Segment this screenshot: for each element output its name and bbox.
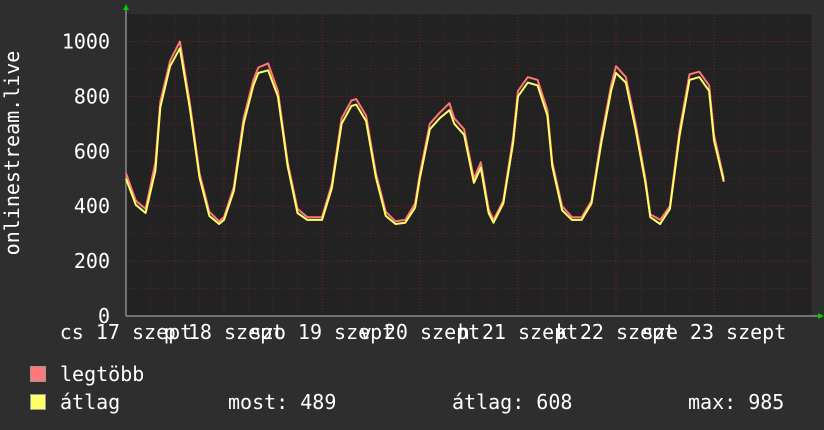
- y-tick-label: 400: [74, 194, 110, 218]
- legend-swatch-max: [30, 366, 46, 382]
- x-tick-label: sze 23 szept: [642, 320, 787, 344]
- y-tick-label: 600: [74, 139, 110, 163]
- stat-maximum: max: 985: [688, 390, 785, 414]
- chart-panel: 0 200 400 600 800 1000 cs 17 szept p 18 szept sz…: [0, 0, 824, 430]
- stat-current: most: 489: [228, 390, 337, 414]
- y-axis-title: onlinestream.live: [0, 51, 24, 256]
- legend-label-max: legtöbb: [60, 362, 145, 386]
- legend-label-avg: átlag: [60, 390, 121, 414]
- y-axis-arrow: [123, 4, 129, 10]
- y-tick-label: 1000: [62, 29, 110, 53]
- stat-average: átlag: 608: [452, 390, 573, 414]
- x-axis-arrow: [818, 313, 824, 319]
- y-tick-label: 200: [74, 249, 110, 273]
- legend-swatch-avg: [30, 394, 46, 410]
- line-chart: 02004006008001000cs 17 szeptp 18 szeptsz…: [0, 4, 824, 344]
- y-tick-label: 800: [74, 84, 110, 108]
